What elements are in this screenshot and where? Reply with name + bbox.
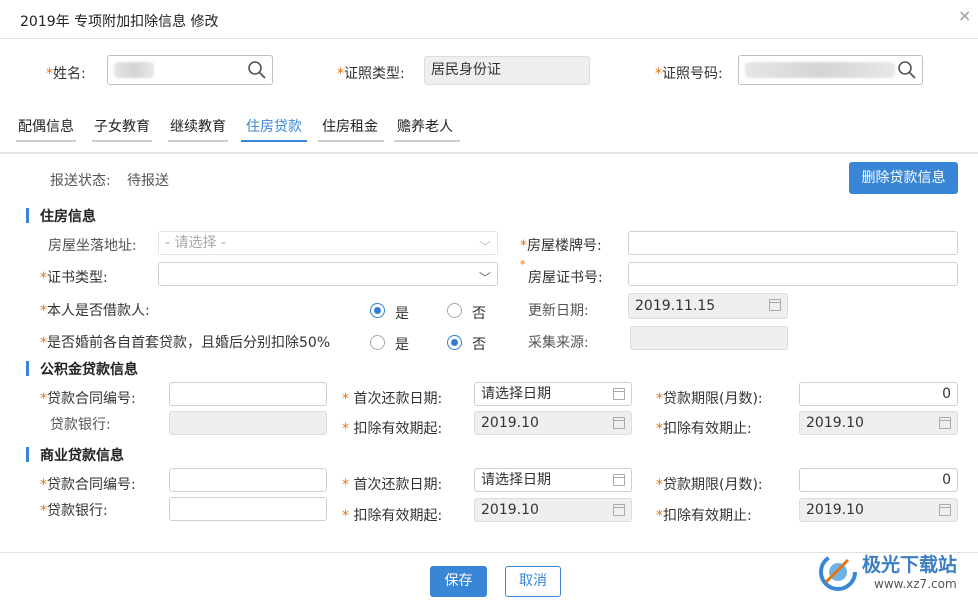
premarital-no-label: 否 [472,337,486,353]
commercial-loan-section-title: 商业贷款信息 [26,445,124,465]
search-icon[interactable] [247,60,267,80]
com-start-label: * 扣除有效期起: [342,508,443,524]
address-select[interactable]: - 请选择 - ﹀ [158,231,498,255]
dialog-title: 2019年 专项附加扣除信息 修改 [20,14,219,30]
premarital-no-radio[interactable] [447,335,462,350]
fund-loan-section-title: 公积金贷款信息 [26,359,138,379]
search-icon[interactable] [897,60,917,80]
tab-children-education[interactable]: 子女教育 [92,116,152,142]
calendar-icon[interactable] [613,474,625,486]
fund-first-repay-date[interactable]: 请选择日期 [474,382,632,406]
calendar-icon[interactable] [613,388,625,400]
tabs-divider [0,152,978,154]
com-bank-label: *贷款银行: [40,503,108,519]
fund-contract-label: *贷款合同编号: [40,391,136,407]
watermark-logo: 极光下载站 www.xz7.com [818,548,968,596]
update-date-label: 更新日期: [528,303,589,319]
id-type-label: *证照类型: [337,66,405,82]
fund-start-field: 2019.10 [474,411,632,435]
premarital-label: *是否婚前各自首套贷款，且婚后分别扣除50% [40,335,331,351]
fund-term-label: *贷款期限(月数): [656,391,763,407]
borrower-no-label: 否 [472,306,486,322]
source-label: 采集来源: [528,335,589,351]
source-field [630,326,788,350]
save-button[interactable]: 保存 [430,566,487,597]
title-divider [0,38,978,39]
fund-bank-field [169,411,327,435]
watermark-text: 极光下载站 [862,554,958,576]
com-end-field: 2019.10 [799,498,958,522]
name-input[interactable] [107,55,273,85]
premarital-yes-radio[interactable] [370,335,385,350]
borrower-yes-label: 是 [395,306,409,322]
tab-spouse[interactable]: 配偶信息 [16,116,76,142]
calendar-icon [613,417,625,429]
calendar-icon [939,504,951,516]
cancel-button[interactable]: 取消 [505,566,561,597]
fund-end-label: *扣除有效期止: [656,421,752,437]
tab-housing-rent[interactable]: 住房租金 [318,116,384,142]
com-contract-label: *贷款合同编号: [40,477,136,493]
com-end-label: *扣除有效期止: [656,508,752,524]
watermark-emblem-icon [819,553,857,591]
cert-no-star: * [520,258,526,271]
delete-loan-button[interactable]: 删除贷款信息 [849,162,958,194]
fund-first-repay-label: * 首次还款日期: [342,391,443,407]
com-start-field: 2019.10 [474,498,632,522]
building-input[interactable] [628,231,958,255]
status-label: 报送状态: [50,173,111,189]
close-icon[interactable]: × [958,6,971,25]
tab-continuing-education[interactable]: 继续教育 [168,116,228,142]
com-first-repay-label: * 首次还款日期: [342,477,443,493]
cert-type-label: *证书类型: [40,270,108,286]
fund-term-input[interactable]: 0 [799,382,958,406]
chevron-down-icon: ﹀ [478,240,491,254]
tab-elderly-support[interactable]: 赡养老人 [394,116,460,142]
fund-start-label: * 扣除有效期起: [342,421,443,437]
borrower-yes-radio[interactable] [370,303,385,318]
calendar-icon [613,504,625,516]
id-type-field: 居民身份证 [424,56,590,85]
calendar-icon [939,417,951,429]
cert-no-input[interactable] [628,262,958,286]
fund-bank-label: 贷款银行: [50,417,111,433]
com-term-input[interactable]: 0 [799,468,958,492]
com-first-repay-date[interactable]: 请选择日期 [474,468,632,492]
building-label: *房屋楼牌号: [520,238,602,254]
fund-end-field: 2019.10 [799,411,958,435]
premarital-yes-label: 是 [395,337,409,353]
status-value: 待报送 [127,173,169,189]
cert-type-select[interactable]: ﹀ [158,262,498,286]
com-contract-input[interactable] [169,468,327,492]
update-date-field: 2019.11.15 [628,293,788,319]
chevron-down-icon: ﹀ [478,271,491,285]
name-label: *姓名: [46,66,86,82]
borrower-no-radio[interactable] [447,303,462,318]
watermark-url: www.xz7.com [874,577,957,591]
com-term-label: *贷款期限(月数): [656,477,763,493]
cert-no-label: 房屋证书号: [528,270,603,286]
id-no-input[interactable] [738,55,923,85]
com-bank-input[interactable] [169,497,327,521]
calendar-icon [769,299,781,311]
address-label: 房屋坐落地址: [48,238,137,254]
id-no-label: *证照号码: [655,66,723,82]
housing-section-title: 住房信息 [26,206,96,226]
fund-contract-input[interactable] [169,382,327,406]
is-borrower-label: *本人是否借款人: [40,303,150,319]
tab-housing-loan[interactable]: 住房贷款 [241,116,307,142]
